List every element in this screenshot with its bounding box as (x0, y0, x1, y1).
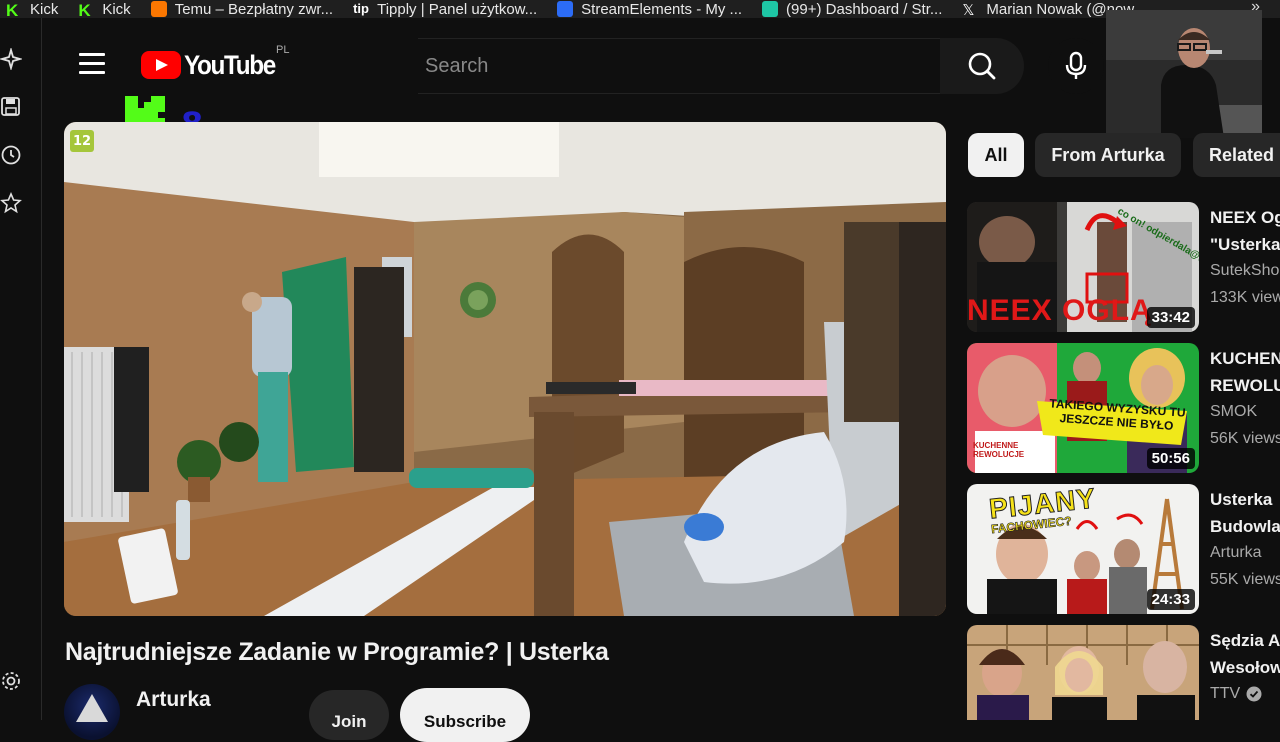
youtube-play-icon (141, 51, 181, 79)
recommendation-title[interactable]: Usterka Budowla (1210, 486, 1280, 540)
search-input[interactable] (418, 39, 940, 93)
youtube-header: YouTube PL (43, 18, 1280, 114)
recommendation-views: 56K views (1210, 430, 1280, 447)
video-duration: 24:33 (1146, 589, 1195, 610)
thumbnail-image (967, 625, 1199, 720)
chip-from-channel[interactable]: From Arturka (1035, 133, 1181, 177)
recommendation-channel[interactable]: SutekSho (1210, 262, 1279, 280)
subscribe-button[interactable]: Subscribe (400, 688, 530, 742)
search-button[interactable] (940, 38, 1024, 94)
video-title: Najtrudniejsze Zadanie w Programie? | Us… (65, 638, 609, 666)
channel-name[interactable]: Arturka (136, 688, 211, 712)
gear-icon[interactable] (0, 670, 22, 692)
webcam-overlay (1106, 10, 1262, 138)
age-rating-badge: 12 (70, 130, 94, 152)
x-icon: 𝕏 (962, 2, 975, 18)
recommendation-title[interactable]: KUCHEN REWOLU (1210, 345, 1280, 399)
bookmark-streamelements[interactable]: StreamElements - My ... (551, 0, 748, 18)
bookmark-dashboard[interactable]: (99+) Dashboard / Str... (756, 0, 948, 18)
bookmark-kick-2[interactable]: Kick (72, 0, 136, 18)
search-icon (968, 52, 996, 80)
recommendation-item[interactable]: TAKIEGO WYZYSKU TU JESZCZE NIE BYŁO KUCH… (967, 343, 1280, 473)
browser-sidebar (0, 18, 42, 720)
webcam-feed (1106, 10, 1262, 138)
video-thumbnail[interactable]: PIJANY FACHOWIEC? 24:33 (967, 484, 1199, 614)
video-duration: 33:42 (1146, 307, 1195, 328)
video-thumbnail[interactable]: NEEX OGLĄ co on! odpierdala@@ 33:42 (967, 202, 1199, 332)
sparkle-icon[interactable] (0, 48, 22, 70)
bookmark-tipply[interactable]: tip Tipply | Panel użytkow... (347, 0, 543, 18)
bookmark-temu[interactable]: Temu – Bezpłatny zwr... (145, 0, 339, 18)
search-box (418, 38, 940, 94)
recommendation-title[interactable]: NEEX Og "Usterka (1210, 204, 1280, 258)
tipply-icon: tip (353, 1, 369, 16)
bookmark-label: Tipply | Panel użytkow... (377, 0, 538, 18)
bookmarks-bar: Kick Kick Temu – Bezpłatny zwr... tip Tip… (0, 0, 1280, 18)
video-player[interactable]: 12 (64, 122, 946, 616)
video-thumbnail[interactable] (967, 625, 1199, 720)
recommendation-item[interactable]: Sędzia A Wesołow TTV (967, 625, 1280, 720)
bookmark-label: Temu – Bezpłatny zwr... (174, 0, 334, 18)
chip-all[interactable]: All (968, 133, 1024, 177)
recommendation-title[interactable]: Sędzia A Wesołow (1210, 627, 1280, 681)
recommendation-channel[interactable]: SMOK (1210, 403, 1257, 421)
twitch-icon (762, 1, 779, 17)
join-button[interactable]: Join (309, 690, 389, 740)
recommendation-item[interactable]: PIJANY FACHOWIEC? 24:33 Usterka Budowla A… (967, 484, 1280, 614)
bookmark-label: StreamElements - My ... (581, 0, 743, 18)
history-icon[interactable] (0, 144, 22, 166)
video-frame (64, 122, 946, 616)
voice-search-button[interactable] (1048, 38, 1104, 94)
thumbnail-text: NEEX OGLĄ (967, 294, 1153, 327)
youtube-logo[interactable]: YouTube (141, 50, 285, 80)
recommendation-item[interactable]: NEEX OGLĄ co on! odpierdala@@ 33:42 NEEX… (967, 202, 1280, 332)
microphone-icon (1065, 51, 1087, 79)
streamelements-icon (557, 1, 574, 17)
channel-avatar[interactable] (64, 684, 120, 740)
recommendation-channel[interactable]: TTV (1210, 685, 1262, 703)
save-icon[interactable] (0, 96, 22, 118)
bookmark-label: (99+) Dashboard / Str... (786, 0, 943, 18)
bookmark-kick-1[interactable]: Kick (0, 0, 64, 18)
bookmark-label: Kick (102, 0, 131, 18)
video-thumbnail[interactable]: TAKIEGO WYZYSKU TU JESZCZE NIE BYŁO KUCH… (967, 343, 1199, 473)
kick-icon (78, 1, 94, 17)
menu-icon[interactable] (79, 53, 105, 75)
star-icon[interactable] (0, 192, 22, 214)
temu-icon (150, 1, 167, 17)
recommendation-channel[interactable]: Arturka (1210, 544, 1262, 562)
youtube-wordmark: YouTube (184, 49, 276, 80)
recommendation-views: 55K views (1210, 571, 1280, 588)
country-code: PL (276, 44, 290, 56)
bookmark-label: Kick (30, 0, 59, 18)
recommendation-views: 133K view (1210, 289, 1280, 306)
thumbnail-note: KUCHENNE REWOLUCJE (973, 441, 1025, 459)
verified-check-icon (1246, 686, 1262, 702)
video-duration: 50:56 (1146, 448, 1195, 469)
chip-related[interactable]: Related (1193, 133, 1280, 177)
kick-icon (6, 1, 22, 17)
